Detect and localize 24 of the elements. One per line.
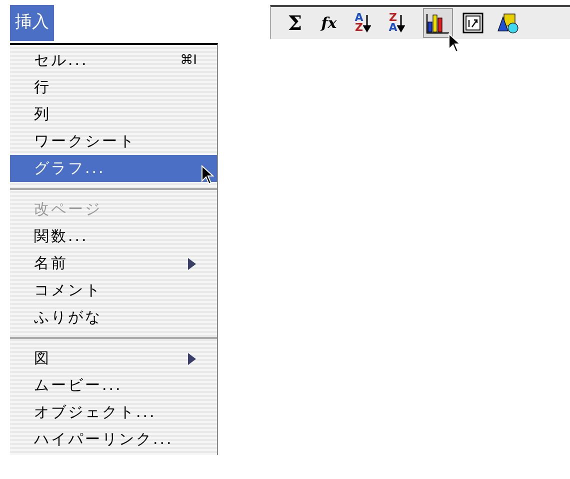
toolbar-button[interactable]: Z A xyxy=(383,8,411,38)
menu-item[interactable]: 図 xyxy=(10,345,217,372)
menu-item[interactable]: 名前 xyxy=(10,250,217,277)
menu-item[interactable]: ハイパーリンク... xyxy=(10,426,217,453)
bar-chart-icon xyxy=(426,12,450,34)
menu-item[interactable]: グラフ... xyxy=(10,155,217,182)
menu-item[interactable]: セル... ⌘I xyxy=(10,47,217,74)
menu-item[interactable]: オブジェクト... xyxy=(10,399,217,426)
mouse-pointer-icon xyxy=(448,33,462,53)
menu-item[interactable]: 行 xyxy=(10,74,217,101)
menu-item[interactable]: 関数... xyxy=(10,223,217,250)
menu-item[interactable]: ふりがな xyxy=(10,304,217,331)
3d-shape-icon xyxy=(496,11,520,35)
menu-title[interactable]: 挿入 xyxy=(10,5,54,41)
menu-item[interactable]: コメント xyxy=(10,277,217,304)
mouse-pointer-icon xyxy=(201,165,215,185)
form-icon xyxy=(462,12,484,34)
menu-item[interactable]: ムービー... xyxy=(10,372,217,399)
menu-item[interactable]: 列 xyxy=(10,101,217,128)
menu-item[interactable]: ワークシート xyxy=(10,128,217,155)
toolbar-button[interactable]: fx xyxy=(315,8,343,38)
toolbar-button[interactable]: Σ xyxy=(281,8,309,38)
shortcut-label: ⌘I xyxy=(180,52,197,70)
toolbar-button[interactable]: A Z xyxy=(349,8,377,38)
